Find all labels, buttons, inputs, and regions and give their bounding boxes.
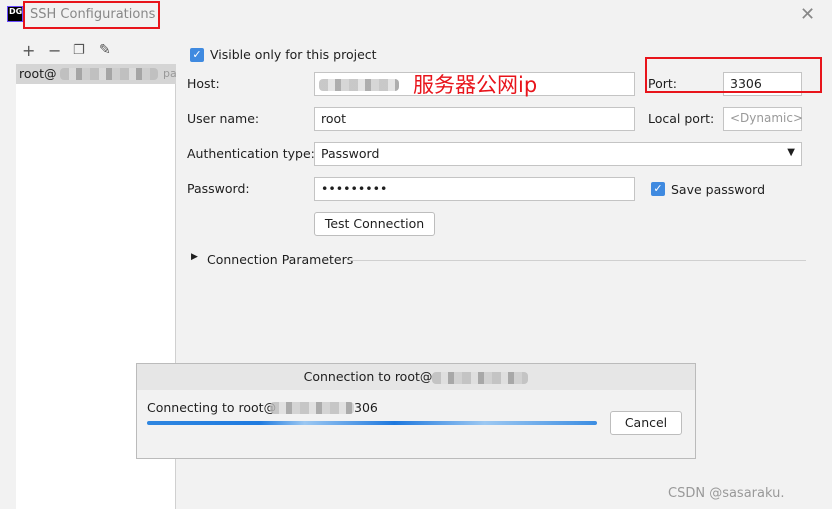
- visible-only-label: Visible only for this project: [210, 47, 377, 62]
- password-input[interactable]: •••••••••: [314, 177, 635, 201]
- host-label: Host:: [187, 76, 220, 91]
- sidebar-item-suffix: pa: [163, 67, 177, 80]
- save-password-label: Save password: [671, 182, 766, 197]
- expand-arrow-icon[interactable]: ▶: [191, 252, 198, 262]
- user-name-label: User name:: [187, 111, 260, 126]
- add-icon[interactable]: +: [22, 41, 35, 60]
- sidebar-item-label: root@: [19, 66, 57, 81]
- edit-icon[interactable]: ✎: [99, 42, 111, 58]
- progress-message: Connecting to root@: [147, 400, 277, 415]
- redacted-host: [60, 68, 158, 80]
- watermark: CSDN @sasaraku.: [668, 486, 785, 501]
- close-icon[interactable]: ✕: [800, 4, 815, 25]
- annotation-text: 服务器公网ip: [413, 73, 538, 97]
- divider: [348, 260, 806, 261]
- connection-parameters-toggle[interactable]: Connection Parameters: [207, 252, 353, 267]
- auth-type-select[interactable]: Password ▼: [314, 142, 802, 166]
- app-logo: DG: [7, 6, 23, 22]
- highlight-box: [23, 1, 160, 29]
- sidebar-toolbar: + − ❐ ✎: [16, 40, 176, 64]
- progress-bar: [147, 421, 597, 425]
- progress-message-suffix: 306: [354, 400, 378, 415]
- redacted-host: [270, 402, 354, 414]
- chevron-down-icon: ▼: [787, 147, 795, 158]
- copy-icon[interactable]: ❐: [73, 43, 85, 58]
- dialog-title: Connection to root@: [303, 369, 433, 384]
- user-name-input[interactable]: root: [314, 107, 635, 131]
- local-port-label: Local port:: [648, 111, 715, 126]
- auth-type-label: Authentication type:: [187, 146, 315, 161]
- test-connection-button[interactable]: Test Connection: [314, 212, 435, 236]
- visible-only-checkbox[interactable]: ✓: [190, 48, 204, 62]
- cancel-button[interactable]: Cancel: [610, 411, 682, 435]
- remove-icon[interactable]: −: [48, 41, 61, 60]
- highlight-box: [645, 57, 822, 93]
- sidebar-item[interactable]: root@ pa: [16, 64, 177, 84]
- local-port-input[interactable]: <Dynamic>: [723, 107, 803, 131]
- password-label: Password:: [187, 181, 250, 196]
- save-password-checkbox[interactable]: ✓: [651, 182, 665, 196]
